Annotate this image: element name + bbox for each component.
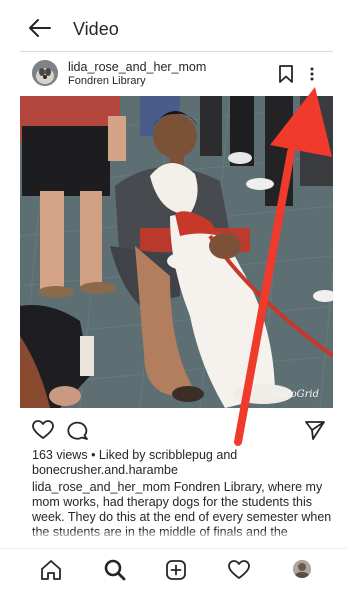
heart-icon[interactable]: [32, 420, 54, 440]
profile-avatar[interactable]: [293, 560, 311, 578]
liked-by-and: and: [212, 448, 238, 462]
bookmark-icon[interactable]: [278, 64, 294, 84]
post-location[interactable]: Fondren Library: [68, 75, 146, 87]
photo-watermark: PhotoGrid: [267, 389, 319, 400]
page-title: Video: [73, 19, 119, 39]
caption-username[interactable]: lida_rose_and_her_mom: [32, 480, 170, 494]
liked-by-user[interactable]: bonecrusher.and.harambe: [32, 463, 332, 478]
send-icon[interactable]: [304, 420, 326, 440]
avatar[interactable]: [32, 60, 58, 86]
view-count[interactable]: 163 views: [32, 448, 88, 462]
caption-fade: [32, 530, 332, 540]
post-username[interactable]: lida_rose_and_her_mom: [68, 60, 206, 74]
bottom-navigation: [0, 548, 347, 589]
likes-line: 163 views • Liked by scribblepug and: [32, 448, 332, 463]
divider: [20, 51, 333, 52]
arrow-left-icon[interactable]: [28, 18, 52, 38]
home-icon[interactable]: [40, 559, 62, 581]
activity-heart-icon[interactable]: [228, 559, 250, 581]
post-header: lida_rose_and_her_mom Fondren Library: [20, 56, 333, 96]
new-post-icon[interactable]: [165, 559, 187, 581]
top-bar: Video: [0, 0, 347, 56]
post-caption: lida_rose_and_her_mom Fondren Library, w…: [32, 480, 332, 540]
post-text: 163 views • Liked by scribblepug and bon…: [32, 448, 332, 540]
post-media[interactable]: PhotoGrid: [20, 96, 333, 408]
more-vertical-icon[interactable]: [308, 64, 316, 84]
liked-by-user[interactable]: scribblepug: [149, 448, 213, 462]
comment-icon[interactable]: [67, 420, 89, 440]
post-actions: [20, 408, 333, 446]
liked-by-prefix: • Liked by: [87, 448, 149, 462]
search-icon[interactable]: [104, 559, 126, 581]
post-photo: [20, 96, 333, 408]
